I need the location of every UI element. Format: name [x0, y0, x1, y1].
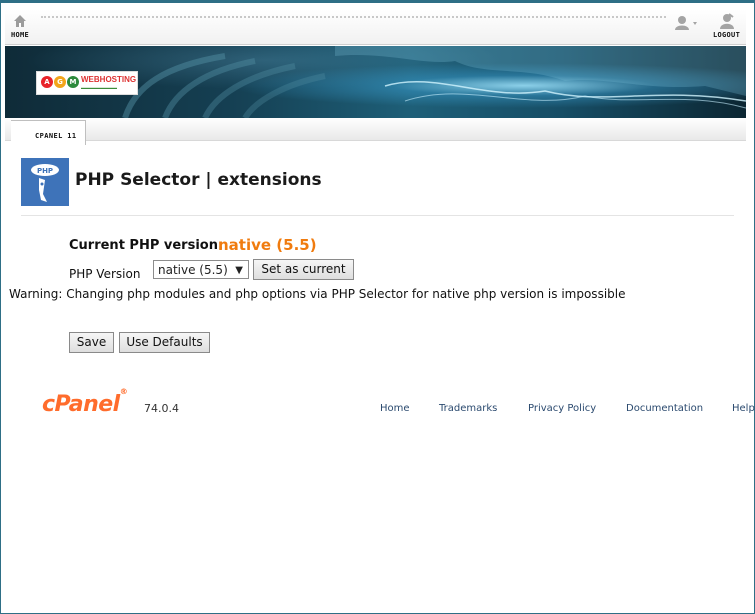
chevron-down-icon: ▼ — [235, 265, 243, 276]
footer-link-privacy-policy[interactable]: Privacy Policy — [528, 403, 596, 414]
breadcrumb-label: CPANEL 11 — [35, 132, 77, 140]
breadcrumb-bar: CPANEL 11 — [5, 118, 746, 145]
logout-icon — [719, 13, 734, 29]
company-logo: A G M WEBHOSTING ▬▬▬▬▬▬▬▬▬ — [36, 71, 138, 95]
logout-label: LOGOUT — [713, 31, 741, 39]
header-banner: A G M WEBHOSTING ▬▬▬▬▬▬▬▬▬ — [5, 46, 746, 118]
home-icon — [14, 15, 27, 27]
top-nav: HOME LOGOUT — [5, 10, 746, 45]
save-button[interactable]: Save — [69, 332, 114, 353]
logo-letter: M — [67, 76, 79, 88]
home-nav-button[interactable]: HOME — [11, 13, 29, 39]
divider — [21, 215, 734, 216]
user-icon — [675, 16, 697, 30]
php-version-label: PHP Version — [69, 267, 141, 281]
footer-link-trademarks[interactable]: Trademarks — [439, 403, 497, 414]
nav-divider — [41, 16, 666, 21]
user-menu-button[interactable] — [675, 15, 701, 31]
cpanel-logo-text: cPanel — [42, 392, 120, 417]
logo-letter: A — [41, 76, 53, 88]
set-as-current-button[interactable]: Set as current — [253, 259, 354, 280]
breadcrumb[interactable]: CPANEL 11 — [11, 120, 86, 145]
chevron-down-icon — [693, 22, 697, 25]
current-version-value: native (5.5) — [218, 236, 317, 254]
php-icon: PHP — [21, 158, 69, 206]
logout-nav-button[interactable]: LOGOUT — [713, 13, 740, 39]
cpanel-logo: cPanel® — [42, 387, 128, 417]
page-title: PHP Selector | extensions — [75, 170, 322, 190]
cpanel-version: 74.0.4 — [144, 402, 179, 415]
footer-link-help[interactable]: Help — [732, 403, 755, 414]
warning-message: Warning: Changing php modules and php op… — [9, 287, 626, 301]
logo-wordmark: WEBHOSTING — [81, 75, 137, 84]
use-defaults-button[interactable]: Use Defaults — [119, 332, 210, 353]
php-version-selected: native (5.5) — [158, 263, 228, 277]
footer-link-home[interactable]: Home — [380, 403, 410, 414]
home-label: HOME — [11, 31, 30, 39]
logo-letter: G — [54, 76, 66, 88]
footer-link-documentation[interactable]: Documentation — [626, 403, 703, 414]
registered-mark: ® — [119, 386, 128, 396]
logo-tagline-art: ▬▬▬▬▬▬▬▬▬ — [81, 85, 117, 90]
current-version-label: Current PHP version: — [69, 238, 224, 253]
svg-text:PHP: PHP — [37, 167, 53, 175]
php-version-select[interactable]: native (5.5) ▼ — [153, 260, 249, 279]
